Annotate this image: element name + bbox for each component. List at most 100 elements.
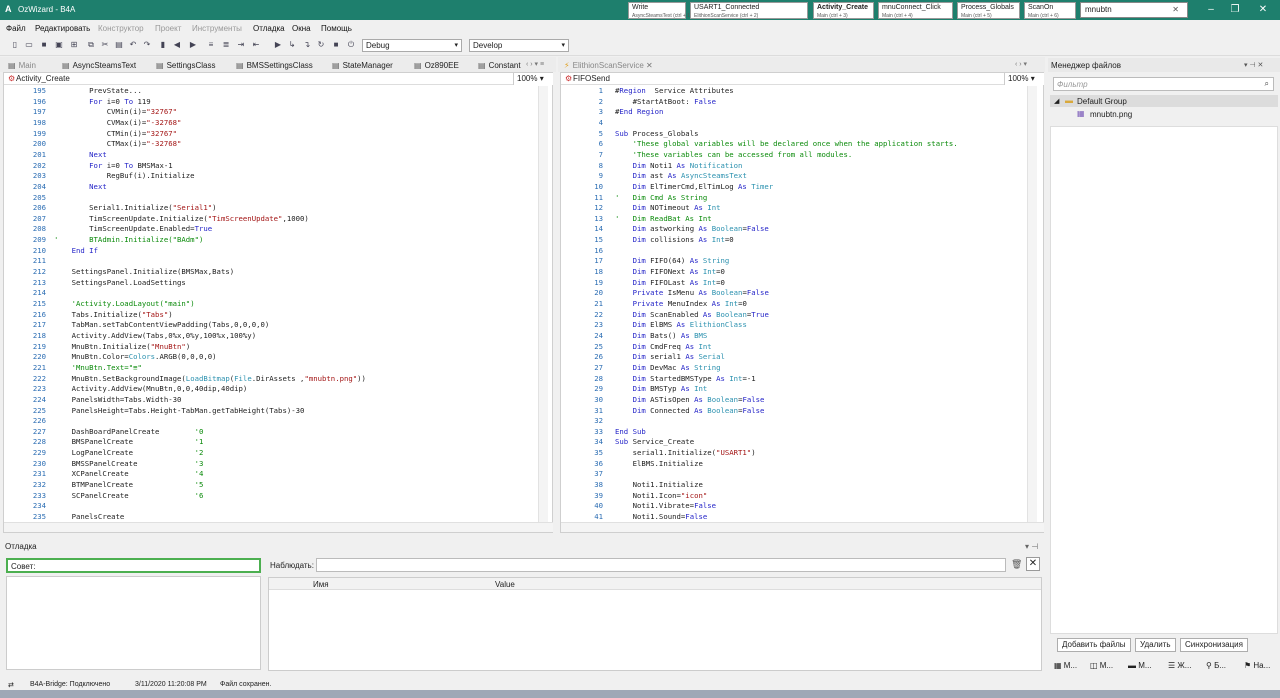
code-line[interactable]: ElBMS.Initialize (615, 459, 703, 470)
code-line[interactable]: Dim ast As AsyncSteamsText (615, 171, 747, 182)
editor-tab[interactable]: ▤ BMSSettingsClass (236, 59, 313, 72)
editor-tab[interactable]: ▤ StateManager (332, 59, 393, 72)
editor-tab[interactable]: ▤ AsyncSteamsText (62, 59, 136, 72)
code-line[interactable]: MnuBtn.Initialize("MnuBtn") (54, 342, 191, 353)
code-line[interactable]: ' BTAdmin.Initialize("BAdm") (54, 235, 203, 246)
build-type-select[interactable]: Develop ▾ (469, 39, 569, 52)
left-zoom-select[interactable]: 100% ▾ (513, 73, 553, 85)
code-line[interactable]: PanelsCreate (54, 512, 125, 522)
clear-watch-icon[interactable]: ✕ (1026, 557, 1040, 571)
right-module-bar[interactable]: ⚙ FIFOSend (561, 73, 1043, 85)
code-line[interactable]: #End Region (615, 107, 663, 118)
code-line[interactable]: Dim FIFONext As Int=0 (615, 267, 725, 278)
left-module-bar[interactable]: ⚙ Activity_Create (4, 73, 552, 85)
menu-windows[interactable]: Окна (292, 24, 311, 33)
code-line[interactable]: Dim Connected As Boolean=False (615, 406, 765, 417)
code-line[interactable]: Dim NOTimeout As Int (615, 203, 721, 214)
code-line[interactable]: Dim ElTimerCmd,ElTimLog As Timer (615, 182, 774, 193)
code-line[interactable]: TimScreenUpdate.Enabled=True (54, 224, 212, 235)
cut-icon[interactable]: ✂ (100, 39, 110, 50)
menu-tools[interactable]: Инструменты (192, 24, 242, 33)
watch-input[interactable] (316, 558, 1006, 572)
left-module-select[interactable]: Activity_Create (16, 74, 70, 83)
code-line[interactable]: TabMan.setTabContentViewPadding(Tabs,0,0… (54, 320, 270, 331)
code-line[interactable]: CVMin(i)="32767" (54, 107, 177, 118)
code-line[interactable]: BMSSPanelCreate '3 (54, 459, 204, 470)
menu-edit[interactable]: Редактировать (35, 24, 90, 33)
code-line[interactable]: XCPanelCreate '4 (54, 469, 204, 480)
code-line[interactable]: CVMax(i)="-32768" (54, 118, 182, 129)
tab-scroll-arrows-icon[interactable]: ‹ › ▾ ≡ (526, 60, 544, 68)
run-icon[interactable]: ▶ (273, 39, 283, 50)
panel-bottom-tab[interactable]: ☰ Ж... (1168, 661, 1191, 670)
outdent-icon[interactable]: ⇤ (251, 39, 261, 50)
code-line[interactable]: Activity.AddView(Tabs,0%x,0%y,100%x,100%… (54, 331, 257, 342)
editor-tab[interactable]: ▤ Oz890EE (414, 59, 459, 72)
delete-file-button[interactable]: Удалить (1135, 638, 1176, 652)
left-hscrollbar[interactable] (4, 522, 553, 532)
new-file-icon[interactable]: ▯ (10, 39, 20, 50)
code-line[interactable]: PanelsHeight=Tabs.Height-TabMan.getTabHe… (54, 406, 305, 417)
code-line[interactable]: Dim FIFOLast As Int=0 (615, 278, 725, 289)
code-line[interactable]: Sub Service_Create (615, 437, 694, 448)
right-code-area[interactable]: 1 #Region Service Attributes 2 #StartAtBoo… (561, 86, 1027, 522)
code-line[interactable]: 'MnuBtn.Text="≡" (54, 363, 142, 374)
code-line[interactable]: Next (54, 150, 107, 161)
back-icon[interactable]: ◀ (172, 39, 182, 50)
delete-watch-icon[interactable]: 🗑 (1011, 559, 1022, 570)
menu-help[interactable]: Помощь (321, 24, 352, 33)
code-line[interactable]: RegBuf(i).Initialize (54, 171, 195, 182)
indent-icon[interactable]: ⇥ (236, 39, 246, 50)
code-line[interactable]: Activity.AddView(MnuBtn,0,0,40dip,40dip) (54, 384, 248, 395)
code-line[interactable]: Private IsMenu As Boolean=False (615, 288, 769, 299)
code-line[interactable]: LogPanelCreate '2 (54, 448, 204, 459)
code-line[interactable]: Sub Process_Globals (615, 129, 698, 140)
menu-debug[interactable]: Отладка (253, 24, 285, 33)
code-line[interactable]: serial1.Initialize("USART1") (615, 448, 756, 459)
restart-icon[interactable]: ↻ (316, 39, 326, 50)
code-line[interactable]: Dim ScanEnabled As Boolean=True (615, 310, 769, 321)
redo-icon[interactable]: ↷ (142, 39, 152, 50)
code-line[interactable]: Dim serial1 As Serial (615, 352, 725, 363)
right-hscrollbar[interactable] (561, 522, 1044, 532)
panel-bottom-tab[interactable]: ⚲ Б... (1206, 661, 1226, 670)
code-line[interactable]: SCPanelCreate '6 (54, 491, 204, 502)
code-line[interactable]: Noti1.Sound=False (615, 512, 708, 522)
bookmark-icon[interactable]: ▮ (158, 39, 168, 50)
right-vscrollbar[interactable] (1027, 86, 1037, 522)
left-code-area[interactable]: 195 PrevState... 196 For i=0 To 119 197 CV… (4, 86, 540, 522)
power-icon[interactable]: ⏻ (346, 39, 356, 50)
tab-scroll-arrows-icon[interactable]: ‹ › ▾ (1015, 60, 1027, 68)
paste-icon[interactable]: ▤ (114, 39, 124, 50)
copy-icon[interactable]: ⧉ (86, 39, 96, 50)
code-line[interactable]: 'Activity.LoadLayout("main") (54, 299, 195, 310)
hint-field[interactable]: Совет: (6, 558, 261, 573)
code-line[interactable]: MnuBtn.SetBackgroundImage(LoadBitmap(Fil… (54, 374, 366, 385)
export-icon[interactable]: ⊞ (69, 39, 79, 50)
code-line[interactable]: Dim Bats() As BMS (615, 331, 708, 342)
code-line[interactable]: Noti1.Vibrate=False (615, 501, 716, 512)
clear-search-icon[interactable]: ✕ (1172, 5, 1179, 14)
quick-tab[interactable]: ScanOn Main (ctrl + 6) (1024, 2, 1076, 19)
code-line[interactable]: SettingsPanel.Initialize(BMSMax,Bats) (54, 267, 235, 278)
code-line[interactable]: ' Dim ReadBat As Int (615, 214, 712, 225)
debug-log-area[interactable] (6, 576, 261, 670)
tree-file-item[interactable]: ▦ mnubtn.png (1072, 108, 1272, 120)
add-files-button[interactable]: Добавить файлы (1057, 638, 1131, 652)
code-line[interactable]: Dim ElBMS As ElithionClass (615, 320, 747, 331)
code-line[interactable]: PanelsWidth=Tabs.Width-30 (54, 395, 182, 406)
undo-icon[interactable]: ↶ (128, 39, 138, 50)
code-line[interactable]: Dim ASTisOpen As Boolean=False (615, 395, 765, 406)
code-line[interactable]: CTMin(i)="32767" (54, 129, 177, 140)
code-line[interactable]: End If (54, 246, 98, 257)
quick-tab[interactable]: mnuConnect_Click Main (ctrl + 4) (878, 2, 953, 19)
code-line[interactable]: Dim StartedBMSType As Int=-1 (615, 374, 756, 385)
save-all-icon[interactable]: ▣ (54, 39, 64, 50)
code-line[interactable]: Dim DevMac As String (615, 363, 721, 374)
code-line[interactable]: BTMPanelCreate '5 (54, 480, 204, 491)
stop-icon[interactable]: ■ (331, 39, 341, 50)
quick-tab[interactable]: USART1_Connected ElithionScanService (ctr… (690, 2, 808, 19)
code-line[interactable]: Dim Noti1 As Notification (615, 161, 743, 172)
code-line[interactable]: SettingsPanel.LoadSettings (54, 278, 186, 289)
quick-tab[interactable]: Write AsyncSteamsText (ctrl + 1) (628, 2, 692, 19)
